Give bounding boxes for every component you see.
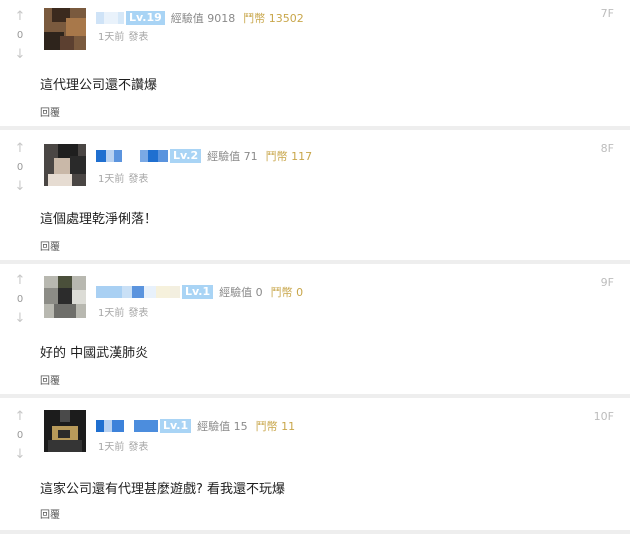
vote-control: ↑ 0 ↓ bbox=[12, 410, 28, 461]
post-time: 1天前 發表 bbox=[98, 32, 149, 43]
comment-feed: ↑ 0 ↓ Lv.19 經驗值 9018 鬥幣 13502 1天前 發表 7F 這… bbox=[0, 0, 630, 534]
gold-stat: 鬥幣 11 bbox=[255, 420, 296, 433]
comment-item: ↑ 0 ↓ Lv.19 經驗值 9018 鬥幣 13502 1天前 發表 7F 這… bbox=[0, 0, 630, 130]
level-badge: Lv.1 bbox=[160, 419, 192, 433]
exp-stat: 經驗值 9018 bbox=[170, 12, 236, 25]
upvote-arrow-icon[interactable]: ↑ bbox=[15, 10, 26, 23]
exp-stat: 經驗值 71 bbox=[207, 150, 258, 163]
username-blurred[interactable] bbox=[96, 286, 180, 298]
gold-stat: 鬥幣 13502 bbox=[243, 12, 304, 25]
post-action: 發表 bbox=[128, 308, 149, 319]
reply-button[interactable]: 回覆 bbox=[40, 104, 60, 119]
avatar[interactable] bbox=[44, 410, 86, 452]
post-time: 1天前 發表 bbox=[98, 174, 149, 185]
vote-count: 0 bbox=[16, 430, 24, 441]
comment-text: 好的 中國武漢肺炎 bbox=[40, 346, 149, 361]
comment-text: 這個處理乾淨俐落！ bbox=[40, 212, 158, 227]
reply-button[interactable]: 回覆 bbox=[40, 238, 60, 253]
comment-item: ↑ 0 ↓ Lv.2 經驗值 71 鬥幣 117 1天前 發表 8F 這個處理乾… bbox=[0, 130, 630, 264]
downvote-arrow-icon[interactable]: ↓ bbox=[15, 48, 26, 61]
floor-number: 10F bbox=[593, 410, 614, 423]
comment-text: 這家公司還有代理甚麼遊戲? 看我還不玩爆 bbox=[40, 482, 286, 497]
avatar[interactable] bbox=[44, 276, 86, 318]
reply-button[interactable]: 回覆 bbox=[40, 372, 60, 387]
level-badge: Lv.19 bbox=[126, 11, 165, 25]
vote-control: ↑ 0 ↓ bbox=[12, 142, 28, 193]
gold-stat: 鬥幣 117 bbox=[265, 150, 313, 163]
exp-stat: 經驗值 0 bbox=[219, 286, 263, 299]
post-action: 發表 bbox=[128, 32, 149, 43]
user-meta: Lv.2 經驗值 71 鬥幣 117 bbox=[96, 148, 312, 164]
level-badge: Lv.1 bbox=[182, 285, 214, 299]
user-meta: Lv.19 經驗值 9018 鬥幣 13502 bbox=[96, 10, 304, 26]
upvote-arrow-icon[interactable]: ↑ bbox=[15, 410, 26, 423]
exp-stat: 經驗值 15 bbox=[197, 420, 248, 433]
downvote-arrow-icon[interactable]: ↓ bbox=[15, 448, 26, 461]
upvote-arrow-icon[interactable]: ↑ bbox=[15, 142, 26, 155]
comment-text: 這代理公司還不讚爆 bbox=[40, 78, 158, 93]
avatar[interactable] bbox=[44, 144, 86, 186]
avatar[interactable] bbox=[44, 8, 86, 50]
post-time: 1天前 發表 bbox=[98, 308, 149, 319]
vote-control: ↑ 0 ↓ bbox=[12, 274, 28, 325]
post-time: 1天前 發表 bbox=[98, 442, 149, 453]
post-action: 發表 bbox=[128, 442, 149, 453]
upvote-arrow-icon[interactable]: ↑ bbox=[15, 274, 26, 287]
vote-count: 0 bbox=[16, 162, 24, 173]
floor-number: 8F bbox=[600, 142, 614, 155]
user-meta: Lv.1 經驗值 0 鬥幣 0 bbox=[96, 284, 303, 300]
reply-button[interactable]: 回覆 bbox=[40, 506, 60, 521]
username-blurred[interactable] bbox=[96, 420, 158, 432]
vote-control: ↑ 0 ↓ bbox=[12, 10, 28, 61]
comment-item: ↑ 0 ↓ Lv.1 經驗值 15 鬥幣 11 1天前 發表 10F 這家公司還… bbox=[0, 398, 630, 534]
floor-number: 7F bbox=[600, 7, 614, 20]
level-badge: Lv.2 bbox=[170, 149, 202, 163]
username-blurred[interactable] bbox=[96, 150, 168, 162]
username-blurred[interactable] bbox=[96, 12, 124, 24]
vote-count: 0 bbox=[16, 30, 24, 41]
downvote-arrow-icon[interactable]: ↓ bbox=[15, 180, 26, 193]
floor-number: 9F bbox=[600, 276, 614, 289]
user-meta: Lv.1 經驗值 15 鬥幣 11 bbox=[96, 418, 295, 434]
gold-stat: 鬥幣 0 bbox=[270, 286, 304, 299]
downvote-arrow-icon[interactable]: ↓ bbox=[15, 312, 26, 325]
comment-item: ↑ 0 ↓ Lv.1 經驗值 0 鬥幣 0 1天前 發表 9F 好的 中國武漢肺… bbox=[0, 264, 630, 398]
vote-count: 0 bbox=[16, 294, 24, 305]
post-action: 發表 bbox=[128, 174, 149, 185]
